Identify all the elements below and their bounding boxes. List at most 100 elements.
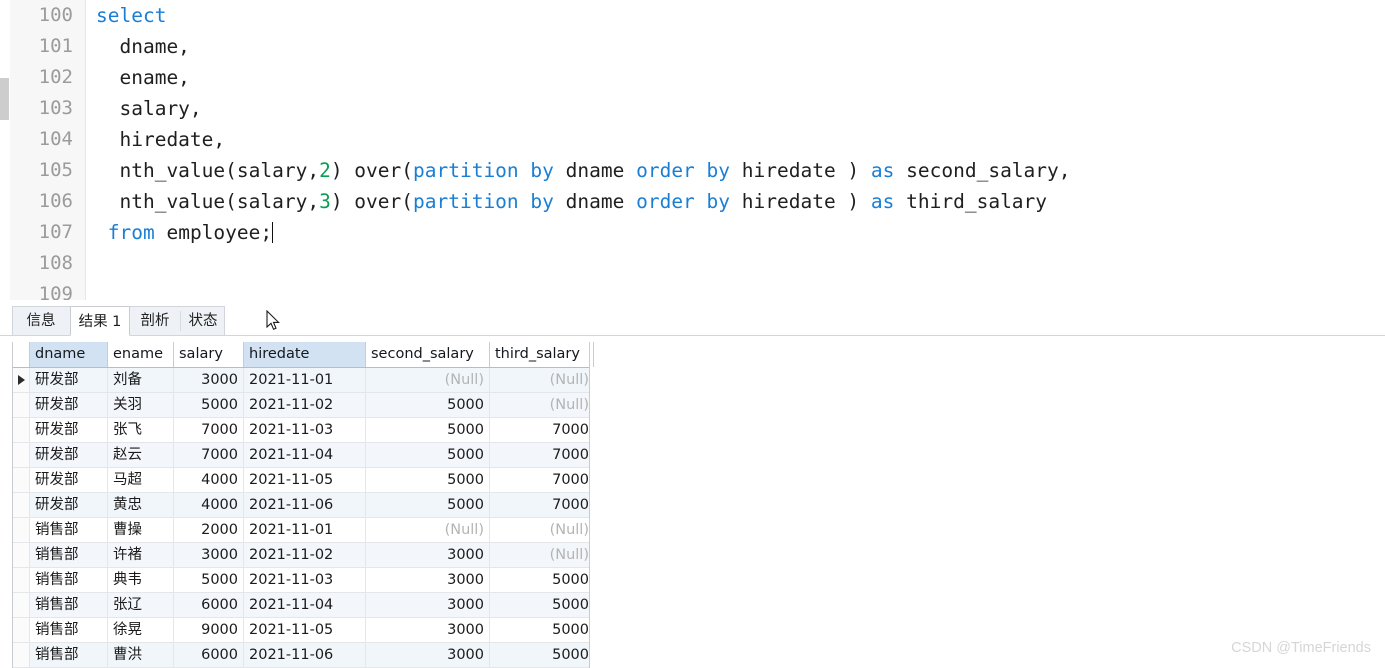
- cell-salary[interactable]: 7000: [174, 443, 244, 467]
- editor-vertical-scrollbar[interactable]: [0, 0, 10, 300]
- cell-hiredate[interactable]: 2021-11-02: [244, 543, 366, 567]
- cell-second_salary[interactable]: (Null): [366, 368, 490, 392]
- code-line[interactable]: salary,: [86, 93, 1385, 124]
- cell-dname[interactable]: 销售部: [30, 568, 108, 592]
- cell-hiredate[interactable]: 2021-11-02: [244, 393, 366, 417]
- cell-second_salary[interactable]: 5000: [366, 418, 490, 442]
- code-line[interactable]: ename,: [86, 62, 1385, 93]
- cell-third_salary[interactable]: 5000: [490, 618, 594, 642]
- code-line[interactable]: [86, 248, 1385, 279]
- column-header-salary[interactable]: salary: [174, 342, 244, 367]
- cell-ename[interactable]: 关羽: [108, 393, 174, 417]
- cell-hiredate[interactable]: 2021-11-06: [244, 643, 366, 667]
- tab-result-1[interactable]: 结果 1: [70, 306, 130, 336]
- table-row[interactable]: 销售部 典韦 5000 2021-11-03 3000 5000: [13, 568, 589, 593]
- cell-hiredate[interactable]: 2021-11-04: [244, 593, 366, 617]
- row-marker[interactable]: [13, 418, 30, 442]
- row-marker[interactable]: [13, 543, 30, 567]
- cell-second_salary[interactable]: 3000: [366, 568, 490, 592]
- code-line[interactable]: from employee;: [86, 217, 1385, 248]
- cell-dname[interactable]: 研发部: [30, 393, 108, 417]
- table-row[interactable]: 研发部 马超 4000 2021-11-05 5000 7000: [13, 468, 589, 493]
- cell-dname[interactable]: 销售部: [30, 618, 108, 642]
- cell-hiredate[interactable]: 2021-11-05: [244, 618, 366, 642]
- table-row[interactable]: 研发部 张飞 7000 2021-11-03 5000 7000: [13, 418, 589, 443]
- cell-dname[interactable]: 研发部: [30, 443, 108, 467]
- row-marker[interactable]: [13, 568, 30, 592]
- table-row[interactable]: 销售部 许褚 3000 2021-11-02 3000 (Null): [13, 543, 589, 568]
- cell-dname[interactable]: 销售部: [30, 518, 108, 542]
- cell-hiredate[interactable]: 2021-11-01: [244, 518, 366, 542]
- cell-ename[interactable]: 典韦: [108, 568, 174, 592]
- code-line[interactable]: select: [86, 0, 1385, 31]
- cell-third_salary[interactable]: (Null): [490, 543, 594, 567]
- row-marker[interactable]: [13, 493, 30, 517]
- cell-dname[interactable]: 销售部: [30, 543, 108, 567]
- sql-editor[interactable]: 100 101 102 103 104 105 106 107 108 109 select dn…: [0, 0, 1385, 300]
- cell-second_salary[interactable]: 3000: [366, 618, 490, 642]
- cell-salary[interactable]: 7000: [174, 418, 244, 442]
- table-row[interactable]: 销售部 曹操 2000 2021-11-01 (Null) (Null): [13, 518, 589, 543]
- cell-third_salary[interactable]: 5000: [490, 643, 594, 667]
- cell-dname[interactable]: 销售部: [30, 643, 108, 667]
- table-row[interactable]: 销售部 徐晃 9000 2021-11-05 3000 5000: [13, 618, 589, 643]
- cell-ename[interactable]: 刘备: [108, 368, 174, 392]
- tab-profile[interactable]: 剖析: [130, 306, 180, 336]
- cell-ename[interactable]: 许褚: [108, 543, 174, 567]
- cell-hiredate[interactable]: 2021-11-01: [244, 368, 366, 392]
- row-marker[interactable]: [13, 518, 30, 542]
- cell-dname[interactable]: 研发部: [30, 468, 108, 492]
- cell-third_salary[interactable]: 7000: [490, 493, 594, 517]
- table-row[interactable]: 研发部 黄忠 4000 2021-11-06 5000 7000: [13, 493, 589, 518]
- cell-ename[interactable]: 徐晃: [108, 618, 174, 642]
- cell-salary[interactable]: 2000: [174, 518, 244, 542]
- tab-status[interactable]: 状态: [180, 306, 226, 336]
- code-line[interactable]: nth_value(salary,2) over(partition by dn…: [86, 155, 1385, 186]
- cell-salary[interactable]: 6000: [174, 593, 244, 617]
- cell-hiredate[interactable]: 2021-11-03: [244, 418, 366, 442]
- cell-third_salary[interactable]: (Null): [490, 368, 594, 392]
- cell-salary[interactable]: 4000: [174, 493, 244, 517]
- column-header-second_salary[interactable]: second_salary: [366, 342, 490, 367]
- cell-second_salary[interactable]: 5000: [366, 468, 490, 492]
- cell-ename[interactable]: 曹洪: [108, 643, 174, 667]
- cell-dname[interactable]: 研发部: [30, 368, 108, 392]
- result-grid[interactable]: dname ename salary hiredate second_salary thi…: [12, 342, 594, 668]
- cell-third_salary[interactable]: 5000: [490, 568, 594, 592]
- row-marker[interactable]: [13, 443, 30, 467]
- cell-ename[interactable]: 张飞: [108, 418, 174, 442]
- cell-hiredate[interactable]: 2021-11-03: [244, 568, 366, 592]
- cell-salary[interactable]: 5000: [174, 568, 244, 592]
- cell-second_salary[interactable]: 5000: [366, 493, 490, 517]
- cell-hiredate[interactable]: 2021-11-04: [244, 443, 366, 467]
- cell-third_salary[interactable]: 7000: [490, 468, 594, 492]
- tab-info[interactable]: 信息: [12, 306, 70, 336]
- cell-third_salary[interactable]: (Null): [490, 393, 594, 417]
- cell-second_salary[interactable]: 3000: [366, 643, 490, 667]
- column-header-dname[interactable]: dname: [30, 342, 108, 367]
- cell-second_salary[interactable]: 5000: [366, 443, 490, 467]
- cell-third_salary[interactable]: 7000: [490, 443, 594, 467]
- table-row[interactable]: 销售部 张辽 6000 2021-11-04 3000 5000: [13, 593, 589, 618]
- cell-hiredate[interactable]: 2021-11-05: [244, 468, 366, 492]
- cell-salary[interactable]: 3000: [174, 368, 244, 392]
- table-row[interactable]: 研发部 刘备 3000 2021-11-01 (Null) (Null): [13, 368, 589, 393]
- cell-salary[interactable]: 4000: [174, 468, 244, 492]
- cell-dname[interactable]: 研发部: [30, 493, 108, 517]
- cell-second_salary[interactable]: (Null): [366, 518, 490, 542]
- row-marker[interactable]: [13, 468, 30, 492]
- cell-salary[interactable]: 9000: [174, 618, 244, 642]
- cell-ename[interactable]: 黄忠: [108, 493, 174, 517]
- editor-scrollbar-thumb[interactable]: [0, 78, 9, 120]
- cell-second_salary[interactable]: 5000: [366, 393, 490, 417]
- code-line[interactable]: dname,: [86, 31, 1385, 62]
- cell-third_salary[interactable]: (Null): [490, 518, 594, 542]
- cell-ename[interactable]: 赵云: [108, 443, 174, 467]
- table-row[interactable]: 销售部 曹洪 6000 2021-11-06 3000 5000: [13, 643, 589, 668]
- code-line[interactable]: hiredate,: [86, 124, 1385, 155]
- row-marker[interactable]: [13, 593, 30, 617]
- cell-ename[interactable]: 曹操: [108, 518, 174, 542]
- editor-code-area[interactable]: select dname, ename, salary, hiredate, n…: [86, 0, 1385, 300]
- cell-salary[interactable]: 5000: [174, 393, 244, 417]
- cell-second_salary[interactable]: 3000: [366, 543, 490, 567]
